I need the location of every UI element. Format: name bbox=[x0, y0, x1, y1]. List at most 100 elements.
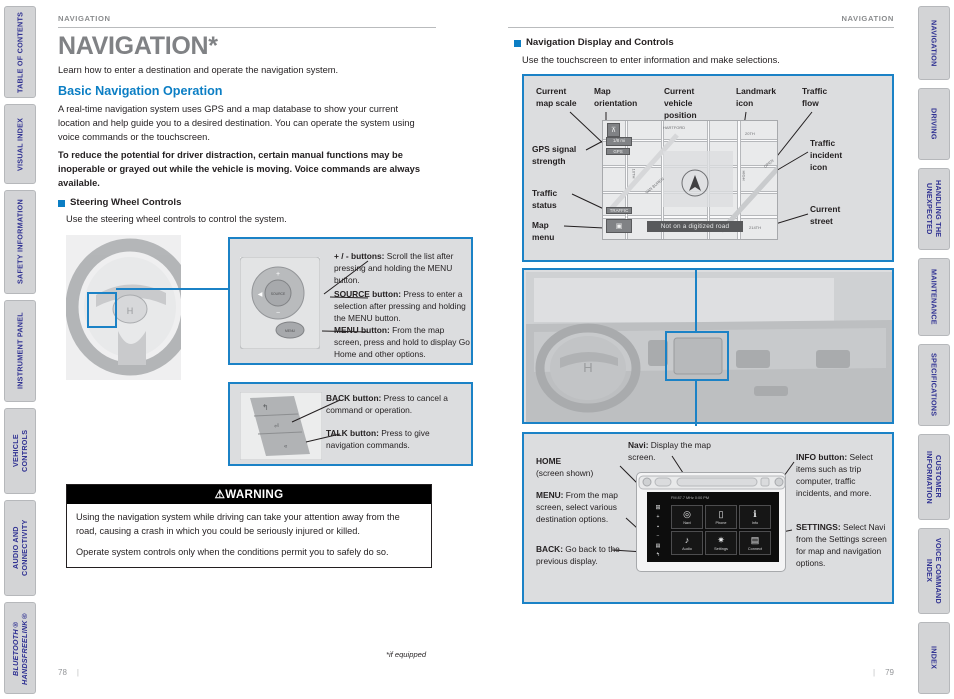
steering-wheel-buttons-figure: + − ◀ SOURCE MENU + / - buttons: Scroll … bbox=[228, 237, 473, 365]
tile-label: Settings bbox=[714, 546, 728, 551]
navigation-map-screen[interactable]: HARTFORD 20TH 10TH VAN BUREN HIGH OPEN 2… bbox=[602, 120, 778, 240]
tile-label: Info bbox=[751, 520, 759, 525]
tab-label: VISUAL INDEX bbox=[15, 117, 25, 171]
tab-table-of-contents[interactable]: TABLE OF CONTENTS bbox=[4, 6, 36, 98]
tile-info[interactable]: ℹ Info bbox=[739, 505, 771, 529]
warning-heading: ⚠WARNING bbox=[67, 485, 431, 504]
tab-label: SPECIFICATIONS bbox=[929, 353, 939, 417]
folio-right: | 79 bbox=[873, 668, 894, 677]
body-paragraph-1: A real-time navigation system uses GPS a… bbox=[58, 104, 415, 143]
menu-key[interactable]: ▤ bbox=[656, 543, 661, 549]
tab-specifications[interactable]: SPECIFICATIONS bbox=[918, 344, 950, 426]
subheading-caption: Use the steering wheel controls to contr… bbox=[66, 214, 287, 224]
tab-instrument-panel[interactable]: INSTRUMENT PANEL bbox=[4, 300, 36, 402]
callout-plus-minus-buttons: + / - buttons: Scroll the list after pre… bbox=[334, 251, 466, 287]
tab-label: VEHICLE CONTROLS bbox=[11, 429, 29, 473]
callout-back-button: BACK button: Press to cancel a command o… bbox=[326, 393, 466, 417]
tab-navigation[interactable]: NAVIGATION bbox=[918, 6, 950, 80]
tab-safety-information[interactable]: SAFETY INFORMATION bbox=[4, 190, 36, 294]
tab-label: INDEX bbox=[929, 646, 939, 670]
tab-label: MAINTENANCE bbox=[929, 269, 939, 325]
bullet-square-icon bbox=[514, 40, 521, 47]
touchscreen-unit-figure: HOME (screen shown) MENU: From the map sc… bbox=[522, 432, 894, 604]
right-page: NAVIGATION Navigation Display and Contro… bbox=[478, 0, 916, 699]
map-scale-chip[interactable]: 1/8 mi bbox=[606, 137, 632, 146]
warning-triangle-icon: ⚠ bbox=[214, 488, 226, 501]
tab-label: INSTRUMENT PANEL bbox=[15, 312, 25, 390]
tab-index[interactable]: INDEX bbox=[918, 622, 950, 694]
volume-knob[interactable]: ▪ bbox=[657, 524, 659, 530]
tile-connect[interactable]: ▤ Connect bbox=[739, 531, 771, 555]
tab-customer-information[interactable]: CUSTOMER INFORMATION bbox=[918, 434, 950, 520]
bullet-square-icon bbox=[58, 200, 65, 207]
left-tab-column: TABLE OF CONTENTS VISUAL INDEX SAFETY IN… bbox=[0, 0, 38, 699]
tab-voice-command-index[interactable]: VOICE COMMAND INDEX bbox=[918, 528, 950, 614]
tab-driving[interactable]: DRIVING bbox=[918, 88, 950, 160]
callout-menu-button: MENU button: From the map screen, press … bbox=[334, 325, 470, 361]
tab-label: BLUETOOTH® HANDSFREELINK® bbox=[11, 611, 29, 685]
steering-stalk-figure: ↰ ⏎ « BACK button: Press to cancel a com… bbox=[228, 382, 473, 466]
tab-audio-and-connectivity[interactable]: AUDIO AND CONNECTIVITY bbox=[4, 500, 36, 596]
warning-line-1: Using the navigation system while drivin… bbox=[76, 512, 400, 536]
callout-source-button: SOURCE button: Press to enter a selectio… bbox=[334, 289, 468, 325]
navi-icon: ◎ bbox=[683, 508, 691, 519]
dashboard-connector-lines bbox=[695, 270, 697, 426]
subheading-navigation-display: Navigation Display and Controls bbox=[514, 37, 674, 48]
map-menu-button[interactable]: ▣ bbox=[606, 219, 632, 233]
connect-icon: ▤ bbox=[750, 534, 760, 545]
gps-signal-chip: GPS bbox=[606, 148, 630, 155]
back-key[interactable]: ↰ bbox=[656, 552, 660, 558]
page-number: 78 bbox=[58, 668, 67, 677]
intro-text: Learn how to enter a destination and ope… bbox=[58, 65, 339, 75]
tab-label: SAFETY INFORMATION bbox=[15, 199, 25, 285]
left-page: NAVIGATION NAVIGATION* Learn how to ente… bbox=[38, 0, 478, 699]
footnote-if-equipped: *if equipped bbox=[386, 650, 427, 659]
callout-term: SOURCE button: bbox=[334, 289, 401, 299]
tab-label: TABLE OF CONTENTS bbox=[15, 11, 25, 93]
tab-label: CUSTOMER INFORMATION bbox=[925, 450, 943, 504]
page-title: NAVIGATION* bbox=[58, 32, 218, 60]
map-orientation-icon[interactable]: ⊼ bbox=[607, 123, 620, 137]
tab-label: VOICE COMMAND INDEX bbox=[925, 538, 943, 604]
body-paragraph-2: To reduce the potential for driver distr… bbox=[58, 150, 421, 189]
tab-maintenance[interactable]: MAINTENANCE bbox=[918, 258, 950, 336]
warning-box: ⚠WARNING Using the navigation system whi… bbox=[66, 484, 432, 569]
manual-spread: TABLE OF CONTENTS VISUAL INDEX SAFETY IN… bbox=[0, 0, 954, 699]
volume-up-key[interactable]: + bbox=[657, 514, 660, 520]
tab-visual-index[interactable]: VISUAL INDEX bbox=[4, 104, 36, 184]
warning-line-2: Operate system controls only when the co… bbox=[76, 546, 389, 557]
steering-wheel-photo: H bbox=[66, 235, 181, 380]
touchscreen-display[interactable]: FM 87.7 MHz 0:00 PM ◎ Navi ▯ Phone ℹ Inf… bbox=[647, 492, 779, 562]
svg-text:H: H bbox=[127, 306, 134, 316]
tab-bluetooth-handsfreelink[interactable]: BLUETOOTH® HANDSFREELINK® bbox=[4, 602, 36, 694]
phone-icon: ▯ bbox=[718, 508, 724, 519]
gear-icon: ✷ bbox=[717, 534, 725, 545]
tile-settings[interactable]: ✷ Settings bbox=[705, 531, 737, 555]
tile-audio[interactable]: ♪ Audio bbox=[671, 531, 703, 555]
audio-navigation-unit: FM 87.7 MHz 0:00 PM ◎ Navi ▯ Phone ℹ Inf… bbox=[636, 472, 786, 572]
side-key-strip: ⊞ + ▪ − ▤ ↰ bbox=[649, 504, 667, 558]
tile-label: Connect bbox=[747, 546, 763, 551]
subheading-label: Navigation Display and Controls bbox=[526, 37, 674, 48]
tab-handling-the-unexpected[interactable]: HANDLING THE UNEXPECTED bbox=[918, 168, 950, 250]
navigation-map-figure: Current map scale Map orientation Curren… bbox=[522, 74, 894, 262]
tile-phone[interactable]: ▯ Phone bbox=[705, 505, 737, 529]
tile-label: Phone bbox=[715, 520, 727, 525]
callout-term: TALK button: bbox=[326, 428, 379, 438]
running-head-left: NAVIGATION bbox=[58, 14, 111, 23]
tile-navi[interactable]: ◎ Navi bbox=[671, 505, 703, 529]
audio-icon: ♪ bbox=[684, 534, 690, 545]
volume-down-key[interactable]: − bbox=[657, 533, 660, 539]
leader-line-wheel bbox=[116, 288, 228, 290]
running-head-rule-right bbox=[508, 27, 894, 28]
home-key[interactable]: ⊞ bbox=[655, 504, 660, 511]
status-bar: FM 87.7 MHz 0:00 PM bbox=[671, 496, 709, 500]
right-tab-column: NAVIGATION DRIVING HANDLING THE UNEXPECT… bbox=[916, 0, 954, 699]
tab-vehicle-controls[interactable]: VEHICLE CONTROLS bbox=[4, 408, 36, 494]
page-number: 79 bbox=[885, 668, 894, 677]
warning-body: Using the navigation system while drivin… bbox=[67, 504, 431, 567]
folio-left: 78 | bbox=[58, 668, 79, 677]
callout-term: BACK button: bbox=[326, 393, 382, 403]
traffic-status-chip[interactable]: TRAFFIC bbox=[606, 207, 632, 214]
callout-term: MENU button: bbox=[334, 325, 390, 335]
